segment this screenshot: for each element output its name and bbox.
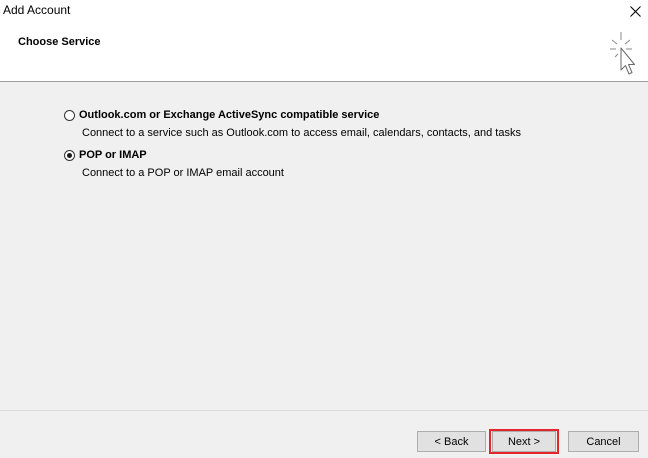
window-title: Add Account — [3, 3, 71, 17]
exchange-radio-row[interactable]: Outlook.com or Exchange ActiveSync compa… — [64, 108, 521, 122]
cancel-button[interactable]: Cancel — [568, 431, 639, 452]
pop-imap-option-description: Connect to a POP or IMAP email account — [82, 167, 284, 179]
wizard-cursor-icon — [610, 32, 635, 75]
option-pop-imap: POP or IMAP Connect to a POP or IMAP ema… — [64, 148, 284, 179]
page-title: Choose Service — [18, 36, 101, 48]
back-button[interactable]: < Back — [417, 431, 486, 452]
exchange-radio[interactable] — [64, 109, 75, 121]
close-button[interactable] — [622, 0, 648, 22]
title-bar: Add Account — [0, 0, 648, 22]
exchange-option-label: Outlook.com or Exchange ActiveSync compa… — [79, 109, 380, 121]
wizard-footer: < Back Next > Cancel — [0, 410, 648, 458]
option-exchange: Outlook.com or Exchange ActiveSync compa… — [64, 108, 521, 139]
service-options-panel: Outlook.com or Exchange ActiveSync compa… — [0, 82, 648, 410]
pop-imap-radio-row[interactable]: POP or IMAP — [64, 148, 284, 162]
close-icon — [629, 5, 641, 17]
pop-imap-radio[interactable] — [64, 149, 75, 161]
next-button[interactable]: Next > — [492, 431, 556, 452]
wizard-header: Choose Service — [0, 22, 648, 82]
add-account-dialog: Add Account Choose Service Outlook.com o… — [0, 0, 648, 458]
exchange-option-description: Connect to a service such as Outlook.com… — [82, 127, 521, 139]
radio-selected-dot — [67, 152, 72, 158]
pop-imap-option-label: POP or IMAP — [79, 149, 147, 161]
